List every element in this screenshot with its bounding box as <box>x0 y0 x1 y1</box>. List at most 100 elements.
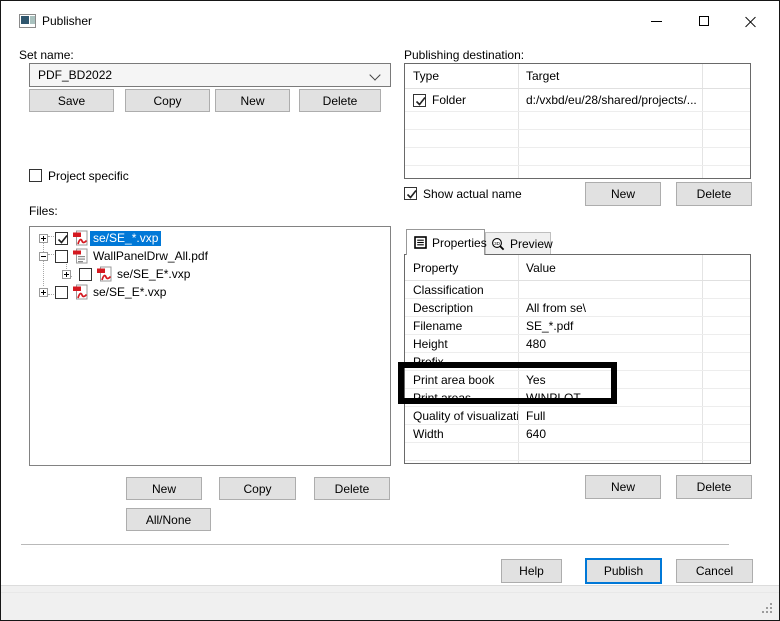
statusbar <box>1 585 779 621</box>
tab-preview[interactable]: 3D Preview <box>485 232 551 255</box>
publishing-destination-label: Publishing destination: <box>404 48 524 62</box>
item-checkbox[interactable] <box>55 232 68 245</box>
tree-item[interactable]: se/SE_E*.vxp <box>30 266 390 284</box>
property-value[interactable] <box>519 281 703 298</box>
collapse-toggle-icon[interactable] <box>39 252 48 261</box>
item-checkbox[interactable] <box>55 286 68 299</box>
tree-item[interactable]: se/SE_E*.vxp <box>30 284 390 302</box>
delete-set-button[interactable]: Delete <box>299 89 381 112</box>
properties-delete-button[interactable]: Delete <box>676 475 752 499</box>
new-set-button[interactable]: New <box>215 89 290 112</box>
maximize-icon <box>699 16 709 26</box>
tab-preview-label: Preview <box>510 237 553 251</box>
destination-new-button[interactable]: New <box>585 182 661 206</box>
minimize-icon <box>651 21 662 22</box>
minimize-button[interactable] <box>641 11 671 31</box>
property-row[interactable]: Height480 <box>405 335 750 353</box>
destination-empty-row <box>405 130 750 148</box>
property-row[interactable]: Quality of visualizationFull <box>405 407 750 425</box>
property-row[interactable]: FilenameSE_*.pdf <box>405 317 750 335</box>
pdf-file-icon <box>72 230 89 247</box>
close-icon <box>744 15 756 27</box>
destination-empty-row <box>405 166 750 179</box>
folder-type-label: Folder <box>432 93 466 107</box>
magnifier-3d-icon: 3D <box>491 237 505 251</box>
pdf-file-icon <box>96 266 113 283</box>
copy-set-button[interactable]: Copy <box>125 89 210 112</box>
app-icon <box>19 14 36 28</box>
property-name: Height <box>405 335 519 352</box>
chevron-down-icon <box>369 69 380 80</box>
all-none-button[interactable]: All/None <box>126 508 211 531</box>
expand-toggle-icon[interactable] <box>39 234 48 243</box>
tab-properties[interactable]: Properties <box>406 229 485 255</box>
save-button[interactable]: Save <box>29 89 114 112</box>
item-checkbox[interactable] <box>79 268 92 281</box>
maximize-button[interactable] <box>689 11 719 31</box>
folder-checkbox[interactable] <box>413 94 426 107</box>
property-value[interactable]: 480 <box>519 335 703 352</box>
property-name: Classification <box>405 281 519 298</box>
property-value[interactable]: Full <box>519 407 703 424</box>
destination-row-folder[interactable]: Folder d:/vxbd/eu/28/shared/projects/... <box>405 89 750 112</box>
set-name-combobox[interactable]: PDF_BD2022 <box>29 63 391 87</box>
property-value[interactable]: 640 <box>519 425 703 442</box>
destination-delete-button[interactable]: Delete <box>676 182 752 206</box>
cancel-button[interactable]: Cancel <box>676 559 753 583</box>
tree-item-label[interactable]: WallPanelDrw_All.pdf <box>90 249 211 264</box>
tree-item-label[interactable]: se/SE_*.vxp <box>90 231 161 246</box>
property-row[interactable]: Classification <box>405 281 750 299</box>
show-actual-name-label: Show actual name <box>423 187 522 201</box>
property-name: Width <box>405 425 519 442</box>
files-new-button[interactable]: New <box>126 477 202 500</box>
tree-item[interactable]: WallPanelDrw_All.pdf <box>30 248 390 266</box>
destination-header-type: Type <box>405 64 519 88</box>
properties-header: Property Value <box>405 255 750 281</box>
check-icon <box>55 232 70 247</box>
set-name-value: PDF_BD2022 <box>30 68 112 82</box>
highlight-annotation <box>398 362 617 404</box>
publish-button[interactable]: Publish <box>585 558 662 584</box>
property-value[interactable]: All from se\ <box>519 299 703 316</box>
files-delete-button[interactable]: Delete <box>314 477 390 500</box>
tree-item[interactable]: se/SE_*.vxp <box>30 230 390 248</box>
files-copy-button[interactable]: Copy <box>219 477 296 500</box>
folder-target-value: d:/vxbd/eu/28/shared/projects/... <box>519 89 703 111</box>
resize-grip[interactable] <box>770 611 772 613</box>
list-icon <box>414 236 427 249</box>
property-value[interactable]: SE_*.pdf <box>519 317 703 334</box>
files-tree[interactable]: se/SE_*.vxp WallPanelDrw_All.pdf se/SE_E… <box>29 226 391 466</box>
property-empty-row <box>405 443 750 461</box>
tab-properties-label: Properties <box>432 236 487 250</box>
property-empty-row <box>405 461 750 464</box>
titlebar: Publisher <box>1 1 779 41</box>
document-list-icon <box>72 248 89 265</box>
statusbar-line <box>1 592 779 593</box>
footer-separator <box>21 544 729 548</box>
show-actual-name-checkbox[interactable] <box>404 187 417 200</box>
tree-item-label[interactable]: se/SE_E*.vxp <box>114 267 193 282</box>
item-checkbox[interactable] <box>55 250 68 263</box>
project-specific-label: Project specific <box>48 169 129 183</box>
property-row[interactable]: DescriptionAll from se\ <box>405 299 750 317</box>
pdf-file-icon <box>72 284 89 301</box>
close-button[interactable] <box>735 11 765 31</box>
expand-toggle-icon[interactable] <box>39 288 48 297</box>
help-button[interactable]: Help <box>501 559 562 583</box>
destination-empty-row <box>405 148 750 166</box>
check-icon <box>404 187 419 202</box>
set-name-label: Set name: <box>19 48 74 62</box>
destination-header-target: Target <box>519 64 703 88</box>
property-row[interactable]: Width640 <box>405 425 750 443</box>
tree-item-label[interactable]: se/SE_E*.vxp <box>90 285 169 300</box>
files-label: Files: <box>29 204 58 218</box>
project-specific-checkbox[interactable] <box>29 169 42 182</box>
destination-header: Type Target <box>405 64 750 89</box>
properties-new-button[interactable]: New <box>585 475 661 499</box>
properties-table[interactable]: Property Value Classification Descriptio… <box>404 254 751 464</box>
expand-toggle-icon[interactable] <box>62 270 71 279</box>
destination-table[interactable]: Type Target Folder d:/vxbd/eu/28/shared/… <box>404 63 751 179</box>
property-name: Description <box>405 299 519 316</box>
properties-header-property: Property <box>405 255 519 280</box>
publisher-dialog: Publisher Set name: PDF_BD2022 Save Copy… <box>0 0 780 621</box>
